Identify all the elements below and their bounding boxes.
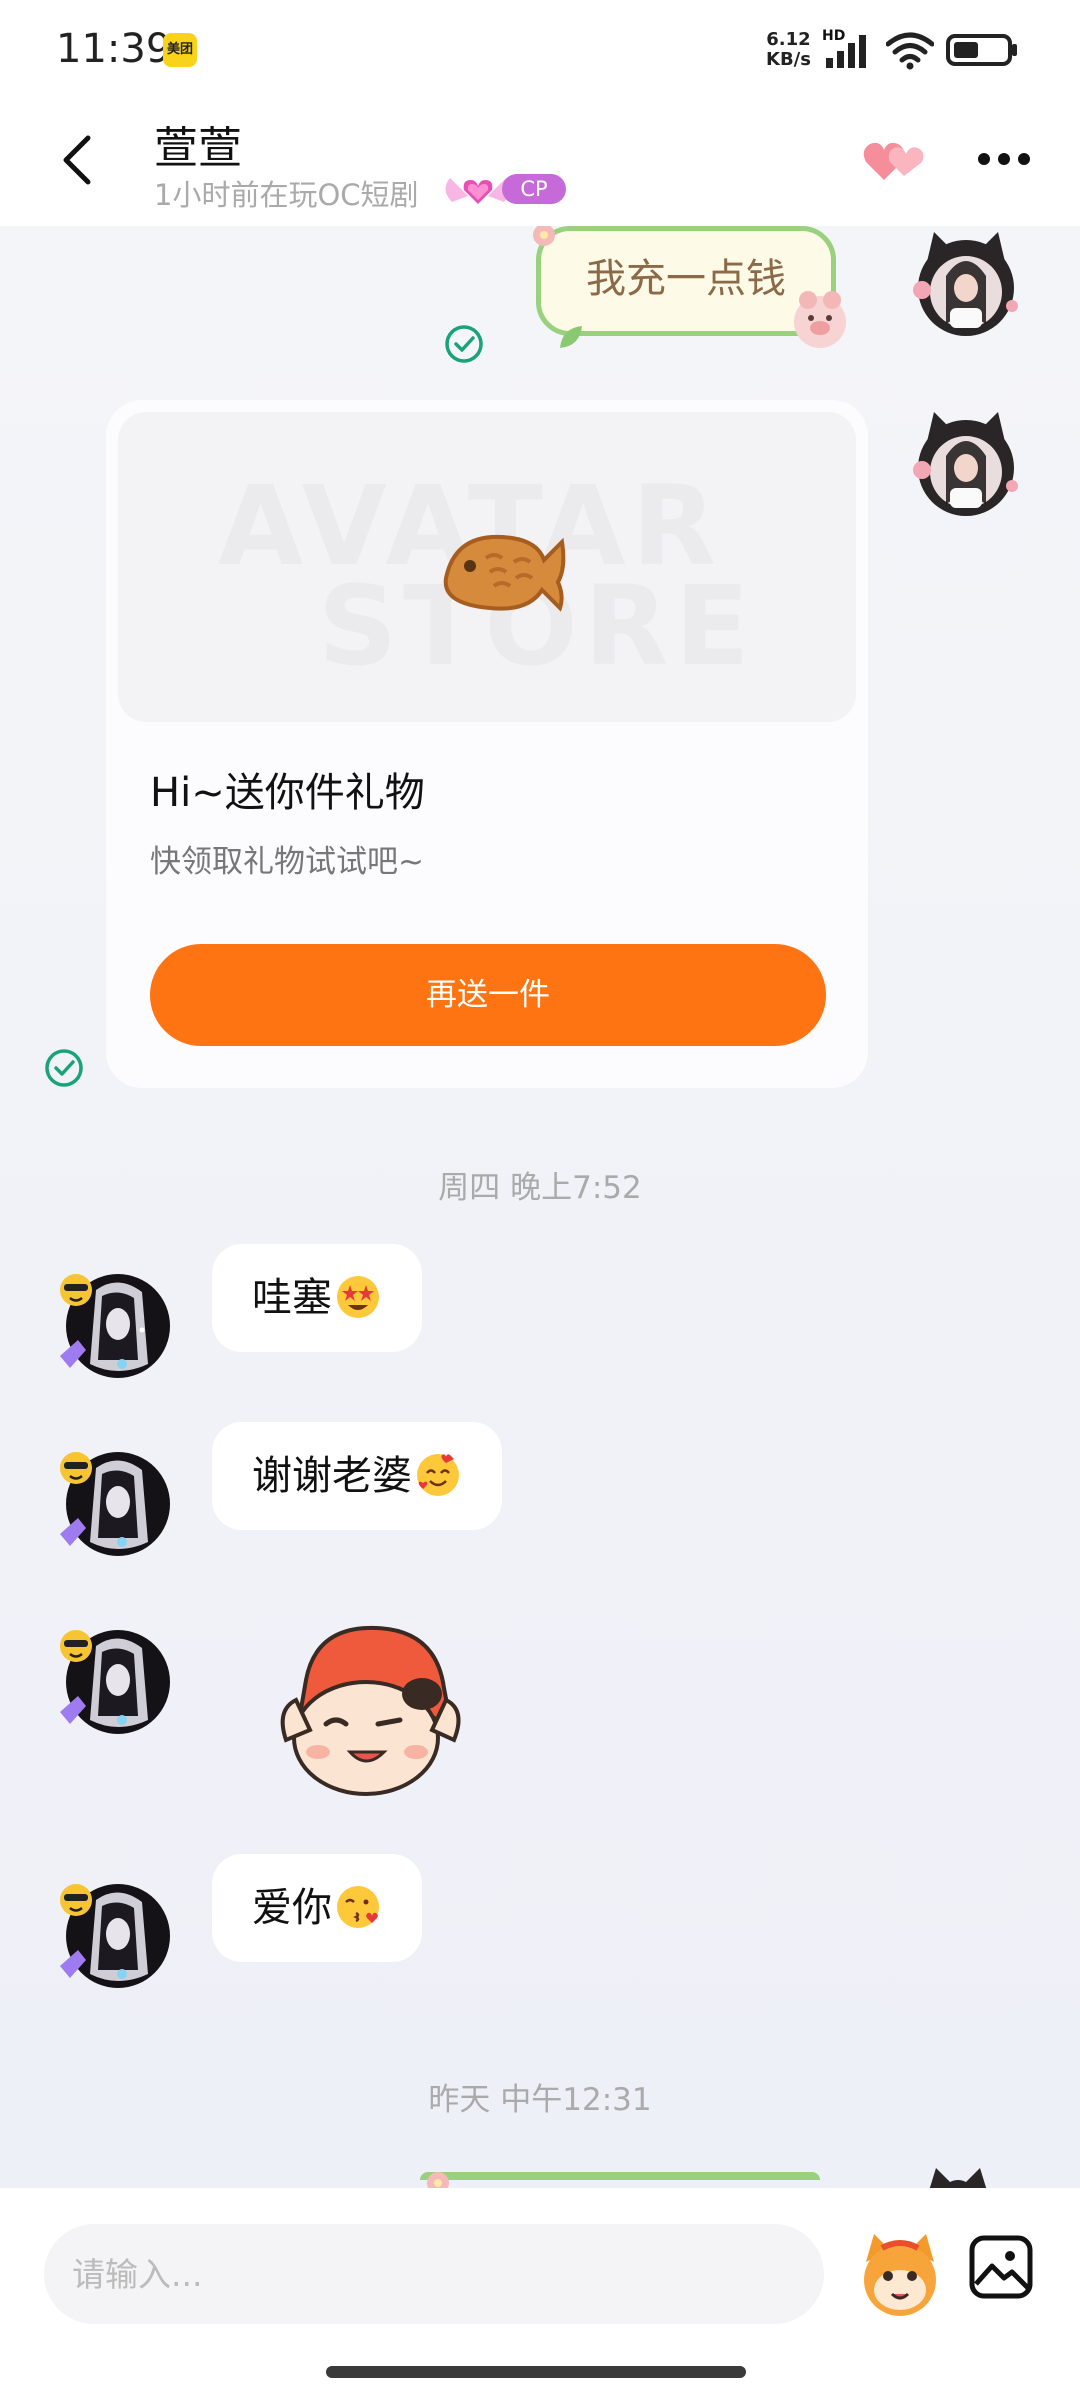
kissing-heart-emoji-icon — [337, 1886, 379, 1928]
flower-decoration-icon — [427, 2172, 449, 2188]
message-timestamp: 昨天 中午12:31 — [428, 2082, 652, 2118]
contact-status: 1小时前在玩OC短剧 — [154, 178, 419, 212]
cartoon-sticker-message[interactable] — [266, 1620, 476, 1804]
self-avatar[interactable] — [908, 406, 1024, 522]
cp-label: CP — [502, 174, 566, 204]
contact-name[interactable]: 萱萱 — [154, 112, 242, 176]
heart-icon[interactable] — [860, 136, 930, 186]
image-icon[interactable] — [968, 2234, 1034, 2300]
gift-title: Hi~送你件礼物 — [150, 770, 425, 816]
input-bar — [0, 2188, 1080, 2400]
chat-message-list[interactable]: 我充一点钱 AVATAR STORE Hi~送你件礼物 快领取礼物试试吧~ 再送… — [0, 226, 1080, 2188]
wifi-icon — [886, 32, 934, 70]
message-bubble[interactable]: 谢谢老婆 — [212, 1422, 502, 1530]
friend-avatar[interactable] — [56, 1266, 174, 1384]
gift-image: AVATAR STORE — [118, 412, 856, 722]
gift-card-message[interactable]: AVATAR STORE Hi~送你件礼物 快领取礼物试试吧~ 再送一件 — [106, 400, 868, 1088]
gift-subtitle: 快领取礼物试试吧~ — [150, 844, 424, 880]
star-struck-emoji-icon — [337, 1276, 379, 1318]
meituan-app-icon: 美团 — [163, 33, 197, 67]
friend-avatar[interactable] — [56, 1876, 174, 1994]
leaf-decoration-icon — [560, 326, 582, 348]
cp-badge[interactable]: CP — [438, 170, 570, 210]
self-avatar[interactable] — [908, 226, 1024, 342]
status-bar: 11:39 美团 6.12 KB/s HD — [0, 0, 1080, 100]
message-timestamp: 周四 晚上7:52 — [438, 1170, 642, 1206]
status-time: 11:39 — [56, 26, 172, 72]
friend-avatar[interactable] — [56, 1622, 174, 1740]
emoji-mascot-icon[interactable] — [852, 2228, 948, 2324]
signal-icon — [826, 35, 866, 68]
flower-decoration-icon — [533, 226, 555, 246]
message-input[interactable] — [44, 2224, 824, 2324]
home-indicator[interactable] — [326, 2366, 746, 2378]
partial-sticker-message — [420, 2172, 820, 2188]
network-speed: 6.12 KB/s — [766, 29, 811, 70]
smiling-hearts-emoji-icon — [417, 1454, 459, 1496]
send-another-gift-button[interactable]: 再送一件 — [150, 944, 826, 1046]
back-arrow-icon[interactable] — [52, 130, 102, 190]
message-bubble[interactable]: 哇塞 — [212, 1244, 422, 1352]
partial-self-avatar — [929, 2168, 987, 2188]
message-bubble[interactable]: 爱你 — [212, 1854, 422, 1962]
more-icon[interactable] — [976, 144, 1032, 174]
taiyaki-fish-icon — [443, 534, 566, 612]
battery-icon — [946, 34, 1017, 66]
check-icon — [45, 1049, 83, 1087]
friend-avatar[interactable] — [56, 1444, 174, 1562]
check-icon — [445, 325, 483, 363]
pig-character-icon — [794, 291, 846, 348]
chat-header: 萱萱 1小时前在玩OC短剧 CP — [0, 100, 1080, 226]
